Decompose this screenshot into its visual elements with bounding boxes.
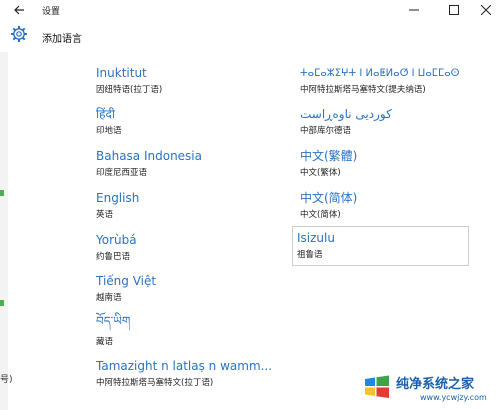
language-native-name: བོད་ཡིག	[96, 314, 131, 328]
language-option-vietnamese[interactable]: Tiếng Việt 越南语	[92, 270, 262, 310]
language-chinese-name: 约鲁巴语	[96, 252, 131, 262]
language-option-inuktitut[interactable]: Inuktitut 因纽特语(拉丁语)	[92, 62, 262, 102]
language-option-indonesian[interactable]: Bahasa Indonesia 印度尼西亚语	[92, 145, 262, 185]
language-native-name: کوردیی ناوەڕاست	[300, 107, 392, 121]
minimize-icon	[409, 9, 419, 11]
language-chinese-name: 祖鲁语	[297, 250, 323, 260]
language-chinese-name: 中部库尔德语	[300, 126, 352, 136]
language-native-name: English	[96, 191, 140, 205]
language-option-english[interactable]: English 英语	[92, 187, 262, 227]
language-native-name: 中文(简体)	[300, 191, 358, 205]
language-native-name: ⵜⴰⵎⴰⵣⵉⵖⵜ ⵏ ⵍⴰⵟⵍⴰⵚ ⵏ ⵡⴰⵎⵎⴰⵙ	[300, 68, 460, 79]
language-native-name: Tiếng Việt	[96, 274, 157, 288]
watermark-title: 纯净系统之家	[396, 377, 475, 392]
close-icon	[480, 4, 492, 16]
language-native-name: Isizulu	[297, 231, 335, 245]
language-native-name: Bahasa Indonesia	[96, 149, 202, 163]
language-native-name: हिंदी	[96, 107, 115, 121]
language-option-tamazight-tifinagh[interactable]: ⵜⴰⵎⴰⵣⵉⵖⵜ ⵏ ⵍⴰⵟⵍⴰⵚ ⵏ ⵡⴰⵎⵎⴰⵙ 中阿特拉斯塔马塞特文(提夫…	[296, 62, 476, 102]
windows-logo-icon	[365, 375, 389, 398]
language-native-name: Tamazight n latlaṣ n wamm...	[96, 359, 273, 373]
language-chinese-name: 英语	[96, 210, 114, 220]
minimize-button[interactable]	[400, 0, 428, 20]
language-native-name: Inuktitut	[96, 66, 147, 80]
language-chinese-name: 中阿特拉斯塔马塞特文(拉丁语)	[96, 378, 214, 388]
language-chinese-name: 中阿特拉斯塔马塞特文(提夫纳语)	[300, 85, 426, 95]
language-option-hindi[interactable]: हिंदी 印地语	[92, 103, 262, 143]
page-header: 添加语言	[0, 20, 500, 52]
language-chinese-name: 中文(繁体)	[300, 168, 341, 178]
watermark-url: www.ycwjzy.com	[420, 393, 487, 402]
back-arrow-icon	[14, 5, 24, 15]
maximize-icon	[449, 5, 459, 15]
background-window-edge	[0, 52, 8, 410]
language-native-name: 中文(繁體)	[300, 149, 358, 163]
language-chinese-name: 越南语	[96, 293, 122, 303]
language-option-zulu[interactable]: Isizulu 祖鲁语	[292, 226, 469, 266]
background-green-marker	[0, 190, 4, 196]
language-option-chinese-simplified[interactable]: 中文(简体) 中文(简体)	[296, 187, 466, 227]
back-button[interactable]	[6, 2, 30, 18]
maximize-button[interactable]	[440, 0, 468, 20]
language-option-chinese-traditional[interactable]: 中文(繁體) 中文(繁体)	[296, 145, 466, 185]
background-fragment-text: 号)	[0, 375, 13, 385]
page-title: 添加语言	[42, 34, 82, 45]
window-title: 设置	[42, 7, 61, 17]
title-bar: 设置	[0, 0, 500, 20]
gear-icon	[11, 26, 27, 42]
watermark: 纯净系统之家 www.ycwjzy.com	[356, 368, 500, 410]
language-chinese-name: 印度尼西亚语	[96, 168, 148, 178]
close-button[interactable]	[472, 0, 500, 20]
language-chinese-name: 中文(简体)	[300, 210, 341, 220]
background-green-marker	[0, 300, 4, 306]
language-option-central-kurdish[interactable]: کوردیی ناوەڕاست 中部库尔德语	[296, 103, 466, 143]
language-chinese-name: 印地语	[96, 126, 122, 136]
language-option-tibetan[interactable]: བོད་ཡིག 藏语	[92, 310, 262, 350]
language-native-name: Yorùbá	[96, 233, 137, 247]
language-chinese-name: 因纽特语(拉丁语)	[96, 85, 163, 95]
language-chinese-name: 藏语	[96, 337, 114, 347]
language-option-tamazight-latin[interactable]: Tamazight n latlaṣ n wamm... 中阿特拉斯塔马塞特文(…	[92, 355, 292, 395]
language-option-yoruba[interactable]: Yorùbá 约鲁巴语	[92, 229, 262, 269]
